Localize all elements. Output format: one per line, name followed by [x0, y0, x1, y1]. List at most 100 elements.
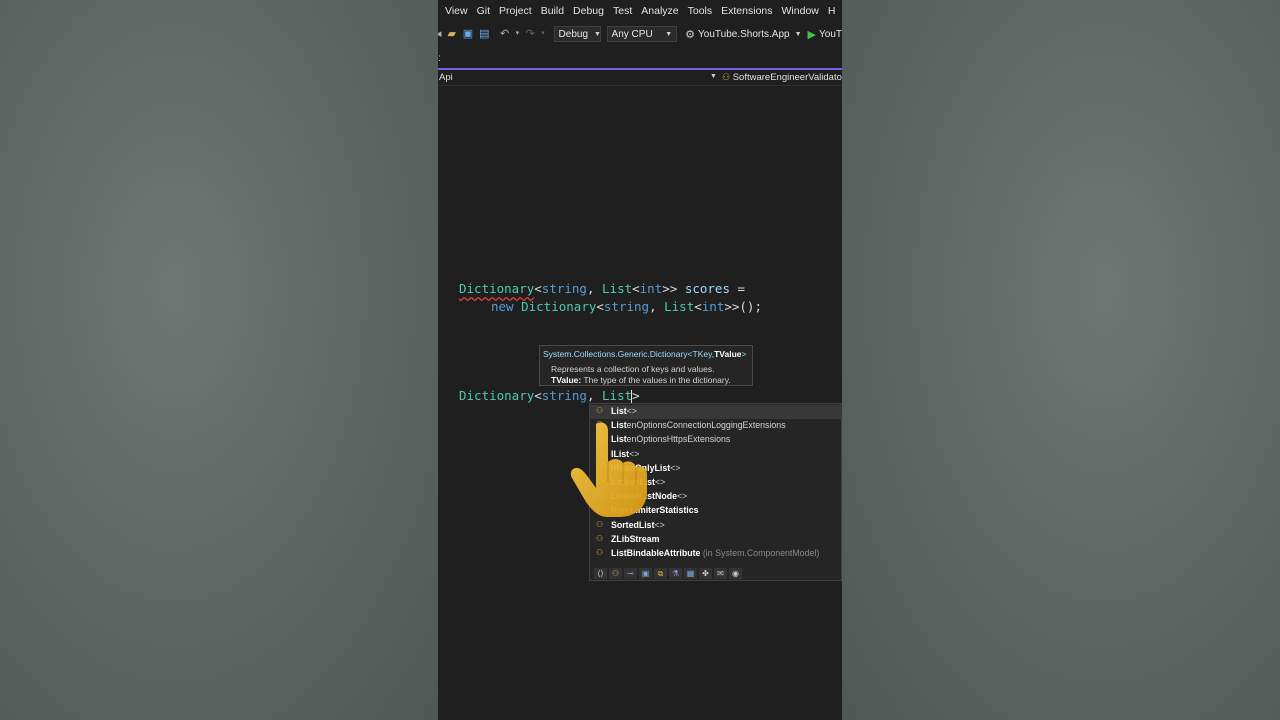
completion-item-rest: <>: [626, 406, 637, 416]
tooltip-description: Represents a collection of keys and valu…: [551, 364, 715, 374]
configuration-value: Debug: [558, 28, 589, 40]
tooltip-title-current-param: TValue: [714, 349, 742, 359]
type-token: List: [664, 299, 695, 314]
undo-dropdown-icon[interactable]: ▾: [515, 27, 520, 41]
redo-dropdown-icon[interactable]: ▾: [540, 27, 545, 41]
delegate-filter-icon[interactable]: ⚗: [669, 567, 682, 579]
start-debugging-button[interactable]: ▶ YouT: [808, 28, 842, 41]
tooltip-title-suffix: >: [741, 349, 747, 359]
completion-item-match: SortedList: [611, 519, 655, 530]
punct: <: [534, 388, 542, 403]
signature-help-tooltip: System.Collections.Generic.Dictionary<TK…: [539, 345, 753, 386]
redo-icon[interactable]: ↷: [524, 27, 536, 41]
play-icon: ▶: [807, 28, 816, 41]
snippet-filter-icon[interactable]: ✤: [699, 567, 712, 579]
type-token: Dictionary: [459, 388, 535, 403]
type-name: SoftwareEngineerValidator: [732, 72, 842, 83]
menu-help[interactable]: H: [828, 5, 836, 17]
punct: =: [729, 281, 746, 296]
type-token: Dictionary: [459, 281, 535, 296]
menu-view[interactable]: View: [445, 5, 468, 17]
standard-toolbar: ◂ ▰ ▣ ▤ ↶ ▾ ↷ ▾ Debug ▼ Any CPU ▼ ⚙ YouT…: [438, 23, 842, 45]
undo-icon[interactable]: ↶: [498, 27, 510, 41]
keyword-filter-icon[interactable]: ✉: [714, 567, 727, 579]
menu-project[interactable]: Project: [499, 5, 532, 17]
namespace-filter-icon[interactable]: ⟨⟩: [594, 567, 607, 579]
tab-indicator: :: [438, 53, 441, 64]
variable-token: scores: [684, 281, 730, 296]
punct: <: [596, 299, 604, 314]
punct: <: [694, 299, 702, 314]
start-button-label: YouT: [819, 28, 842, 40]
gear-icon: ⚙: [685, 28, 696, 41]
menu-git[interactable]: Git: [477, 5, 490, 17]
class-filter-icon[interactable]: ⚇: [609, 567, 622, 579]
completion-item[interactable]: ⚇ ZLibStream: [590, 533, 842, 547]
completion-item-match: ZLibStream: [611, 533, 660, 544]
save-icon[interactable]: ▣: [462, 27, 474, 41]
tooltip-param-name: TValue:: [551, 375, 582, 385]
type-token: Dictionary: [521, 299, 597, 314]
video-background-left: [0, 0, 438, 720]
project-dropdown[interactable]: Api: [439, 72, 453, 83]
code-line-2[interactable]: new Dictionary<string, List<int>>();: [491, 299, 762, 314]
chevron-down-icon: ▼: [594, 30, 601, 38]
menu-debug[interactable]: Debug: [573, 5, 604, 17]
type-token: List: [602, 281, 633, 296]
punct: ,: [586, 281, 603, 296]
menu-window[interactable]: Window: [782, 5, 819, 17]
struct-filter-icon[interactable]: ▣: [639, 567, 652, 579]
save-all-icon[interactable]: ▤: [478, 27, 490, 41]
completion-item-match: ListBindableAttribute: [611, 548, 701, 558]
punct: ,: [586, 388, 603, 403]
class-icon: ⚇: [596, 519, 604, 529]
completion-item-label: ZLibStream: [611, 534, 659, 544]
menu-build[interactable]: Build: [541, 5, 564, 17]
expand-filter-icon[interactable]: ◉: [729, 567, 742, 579]
tooltip-parameter: TValue: The type of the values in the di…: [551, 375, 731, 385]
completion-item-namespace: (in System.ComponentModel): [700, 548, 820, 558]
visual-studio-window: View Git Project Build Debug Test Analyz…: [438, 0, 842, 720]
chevron-down-icon[interactable]: ▼: [710, 73, 717, 80]
completion-item-rest: <>: [670, 462, 681, 473]
punct: >>();: [724, 299, 762, 314]
punct: ,: [649, 299, 665, 314]
overflow-arrow-icon[interactable]: ◂: [438, 27, 442, 41]
punct: [514, 299, 522, 314]
startup-project-name: YouTube.Shorts.App: [698, 28, 790, 40]
punct: >: [632, 388, 640, 403]
menu-test[interactable]: Test: [613, 5, 632, 17]
punct: <: [534, 281, 542, 296]
keyword-token: int: [639, 281, 663, 296]
menu-extensions[interactable]: Extensions: [721, 5, 772, 17]
completion-item[interactable]: ⚇ ListBindableAttribute (in System.Compon…: [590, 547, 842, 561]
class-icon: ⚇: [596, 533, 604, 543]
menu-tools[interactable]: Tools: [688, 5, 713, 17]
keyword-token: string: [541, 281, 587, 296]
type-token: List: [602, 388, 633, 403]
completion-item[interactable]: ⚇ List<>: [590, 405, 842, 419]
completion-item-match: List: [611, 406, 627, 416]
completion-item[interactable]: ⚇ SortedList<>: [590, 519, 842, 533]
code-line-3[interactable]: Dictionary<string, List>: [459, 388, 640, 404]
document-tab-strip: :: [438, 50, 842, 70]
solution-platform-dropdown[interactable]: Any CPU ▼: [606, 26, 678, 42]
module-filter-icon[interactable]: ▦: [684, 567, 697, 579]
type-dropdown[interactable]: ⚇ SoftwareEngineerValidator: [722, 72, 842, 83]
tooltip-param-desc: The type of the values in the dictionary…: [581, 375, 731, 385]
code-line-1[interactable]: Dictionary<string, List<int>> scores =: [459, 281, 745, 296]
navigation-bar: Api ▼ ⚇ SoftwareEngineerValidator: [438, 70, 842, 86]
keyword-token: int: [701, 299, 725, 314]
startup-project-selector[interactable]: ⚙ YouTube.Shorts.App ▼: [685, 28, 801, 41]
pointing-hand-icon: [570, 422, 647, 517]
chevron-down-icon: ▼: [665, 30, 673, 38]
menu-analyze[interactable]: Analyze: [641, 5, 678, 17]
video-background-right: [842, 0, 1280, 720]
solution-configuration-dropdown[interactable]: Debug ▼: [553, 26, 601, 42]
interface-filter-icon[interactable]: ⊸: [624, 567, 637, 579]
open-folder-icon[interactable]: ▰: [446, 27, 458, 41]
class-icon: ⚇: [596, 548, 604, 557]
completion-item-label: List<>: [611, 406, 637, 416]
tooltip-title: System.Collections.Generic.Dictionary<TK…: [543, 349, 746, 359]
enum-filter-icon[interactable]: ⧉: [654, 567, 667, 579]
